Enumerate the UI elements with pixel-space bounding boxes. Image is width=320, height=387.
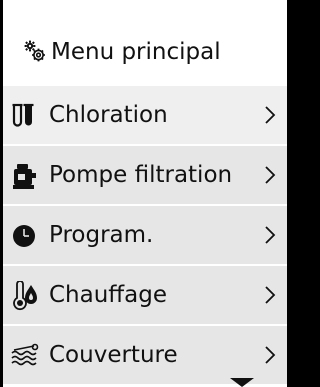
menu-item-couverture[interactable]: Couverture [3, 326, 287, 384]
clock-icon [13, 225, 35, 247]
scroll-down-arrow-icon[interactable] [229, 378, 255, 387]
menu-header: Menu principal [3, 26, 287, 76]
test-tubes-icon [12, 103, 34, 127]
menu-item-chloration[interactable]: Chloration [3, 86, 287, 144]
pool-cover-icon [11, 343, 39, 366]
page-title: Menu principal [51, 39, 221, 65]
chevron-right-icon [265, 106, 276, 124]
menu-item-pompe-filtration[interactable]: Pompe filtration [3, 146, 287, 204]
gear-icon [24, 40, 45, 62]
heating-icon [13, 281, 37, 311]
menu-item-label: Chloration [49, 102, 168, 128]
device-bezel: Menu principal Chloration Pompe filtrati… [0, 0, 290, 387]
menu-item-label: Chauffage [49, 282, 167, 308]
chevron-right-icon [265, 226, 276, 244]
chevron-right-icon [265, 286, 276, 304]
chevron-right-icon [265, 166, 276, 184]
menu-item-label: Pompe filtration [49, 162, 233, 188]
menu-item-label: Couverture [49, 342, 178, 368]
menu-item-program[interactable]: Program. [3, 206, 287, 264]
pump-icon [13, 164, 36, 189]
menu-item-label: Program. [49, 222, 154, 248]
menu-item-chauffage[interactable]: Chauffage [3, 266, 287, 324]
chevron-right-icon [265, 346, 276, 364]
menu-screen: Menu principal Chloration Pompe filtrati… [3, 0, 287, 387]
